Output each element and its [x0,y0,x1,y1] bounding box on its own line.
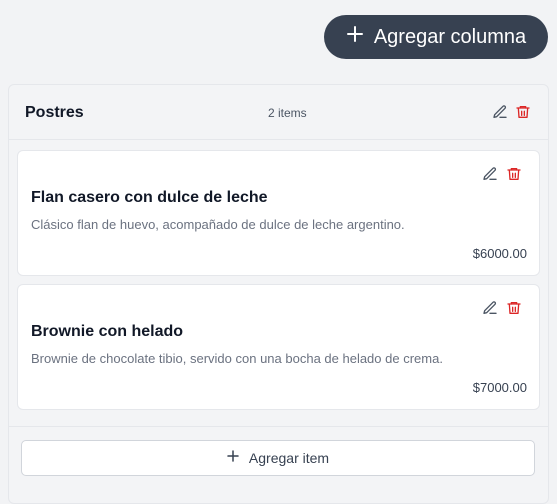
plus-icon [346,25,364,49]
delete-column-icon[interactable] [514,103,532,121]
add-column-label: Agregar columna [373,25,527,48]
add-item-button[interactable]: Agregar item [21,440,535,476]
item-price: $6000.00 [472,246,527,261]
item-card: Brownie con helado Brownie de chocolate … [17,284,540,410]
item-price: $7000.00 [472,380,527,395]
item-title: Brownie con helado [31,323,184,340]
add-item-label: Agregar item [248,450,330,466]
column-footer: Agregar item [9,426,548,476]
column-title: Postres [25,104,84,121]
delete-item-icon[interactable] [505,165,523,183]
plus-icon [227,449,239,467]
add-column-button[interactable]: Agregar columna [324,15,548,59]
column-header: Postres 2 items [9,85,548,140]
edit-column-icon[interactable] [491,103,509,121]
delete-item-icon[interactable] [505,299,523,317]
edit-item-icon[interactable] [481,299,499,317]
column-postres: Postres 2 items Flan casero con dulce de… [8,84,549,504]
item-title: Flan casero con dulce de leche [31,189,268,206]
item-count: 2 items [268,106,307,120]
item-description: Clásico flan de huevo, acompañado de dul… [31,217,405,232]
item-description: Brownie de chocolate tibio, servido con … [31,351,443,366]
edit-item-icon[interactable] [481,165,499,183]
item-card: Flan casero con dulce de leche Clásico f… [17,150,540,276]
